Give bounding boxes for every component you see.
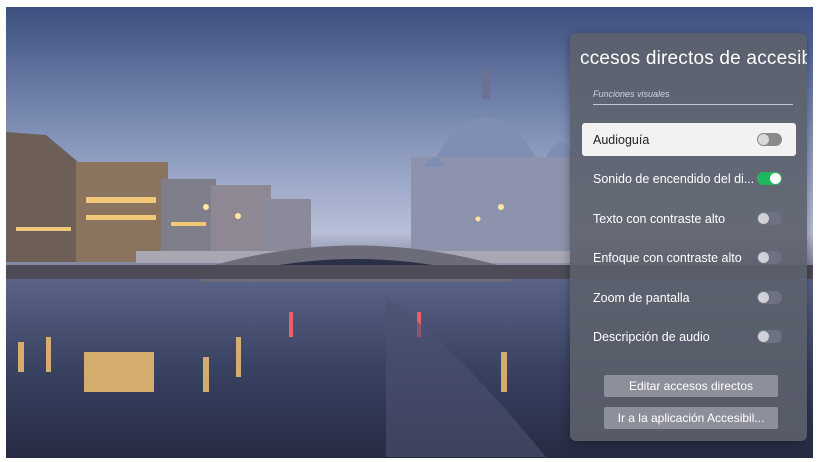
item-label: Descripción de audio bbox=[593, 329, 710, 344]
item-label: Texto con contraste alto bbox=[593, 211, 726, 226]
high-contrast-text-toggle[interactable] bbox=[757, 212, 782, 225]
item-high-contrast-focus[interactable]: Enfoque con contraste alto bbox=[582, 241, 796, 274]
audio-description-toggle[interactable] bbox=[757, 330, 782, 343]
high-contrast-focus-toggle[interactable] bbox=[757, 251, 782, 264]
item-power-on-sound[interactable]: Sonido de encendido del di... bbox=[582, 162, 796, 195]
item-label: Zoom de pantalla bbox=[593, 290, 690, 305]
section-divider bbox=[593, 104, 793, 105]
screen-zoom-toggle[interactable] bbox=[757, 291, 782, 304]
toggle-knob bbox=[758, 134, 769, 145]
toggle-knob bbox=[758, 213, 769, 224]
item-audio-description[interactable]: Descripción de audio bbox=[582, 320, 796, 353]
toggle-knob bbox=[758, 331, 769, 342]
item-audio-guide[interactable]: Audioguía bbox=[582, 123, 796, 156]
item-high-contrast-text[interactable]: Texto con contraste alto bbox=[582, 202, 796, 235]
audio-guide-toggle[interactable] bbox=[757, 133, 782, 146]
accessibility-shortcuts-panel: ccesos directos de accesibil Funciones v… bbox=[570, 33, 807, 441]
item-label: Audioguía bbox=[593, 132, 650, 147]
panel-title: ccesos directos de accesibil bbox=[580, 48, 807, 69]
section-label: Funciones visuales bbox=[593, 89, 670, 99]
item-label: Sonido de encendido del di... bbox=[593, 171, 755, 186]
tv-screen: ccesos directos de accesibil Funciones v… bbox=[6, 7, 813, 458]
open-accessibility-app-button[interactable]: Ir a la aplicación Accesibil... bbox=[604, 407, 778, 429]
item-label: Enfoque con contraste alto bbox=[593, 250, 742, 265]
edit-shortcuts-button[interactable]: Editar accesos directos bbox=[604, 375, 778, 397]
toggle-knob bbox=[770, 173, 781, 184]
toggle-knob bbox=[758, 252, 769, 263]
toggle-knob bbox=[758, 292, 769, 303]
item-screen-zoom[interactable]: Zoom de pantalla bbox=[582, 281, 796, 314]
power-on-sound-toggle[interactable] bbox=[757, 172, 782, 185]
